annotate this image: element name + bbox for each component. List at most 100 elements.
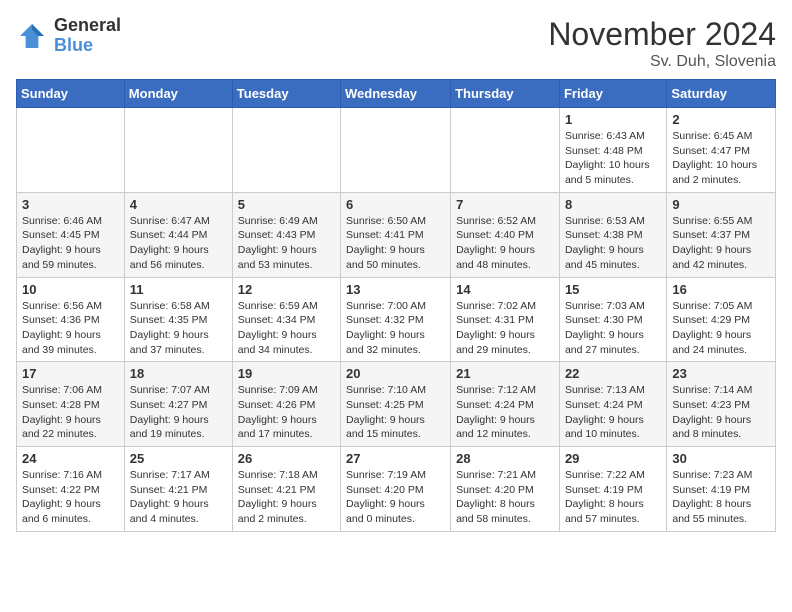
day-number: 25 [130,451,227,466]
calendar-cell: 25 Sunrise: 7:17 AM Sunset: 4:21 PM Dayli… [124,447,232,532]
weekday-header-monday: Monday [124,80,232,108]
day-number: 9 [672,197,770,212]
calendar-cell [17,108,125,193]
calendar-table: SundayMondayTuesdayWednesdayThursdayFrid… [16,79,776,532]
day-number: 20 [346,366,445,381]
page-header: General Blue November 2024 Sv. Duh, Slov… [16,16,776,71]
day-number: 29 [565,451,661,466]
day-number: 12 [238,282,335,297]
day-number: 17 [22,366,119,381]
day-number: 26 [238,451,335,466]
day-info: Sunrise: 7:17 AM Sunset: 4:21 PM Dayligh… [130,468,227,527]
logo-general: General [54,16,121,36]
weekday-header-row: SundayMondayTuesdayWednesdayThursdayFrid… [17,80,776,108]
calendar-cell: 30Sunrise: 7:23 AM Sunset: 4:19 PM Dayli… [667,447,776,532]
calendar-cell: 29 Sunrise: 7:22 AM Sunset: 4:19 PM Dayli… [559,447,666,532]
weekday-header-friday: Friday [559,80,666,108]
logo-text: General Blue [54,16,121,56]
calendar-cell: 15 Sunrise: 7:03 AM Sunset: 4:30 PM Dayli… [559,277,666,362]
day-info: Sunrise: 6:53 AM Sunset: 4:38 PM Dayligh… [565,214,661,273]
weekday-header-saturday: Saturday [667,80,776,108]
day-number: 8 [565,197,661,212]
calendar-cell: 23 Sunrise: 7:14 AM Sunset: 4:23 PM Dayli… [667,362,776,447]
calendar-cell: 22 Sunrise: 7:13 AM Sunset: 4:24 PM Dayli… [559,362,666,447]
day-info: Sunrise: 7:14 AM Sunset: 4:23 PM Dayligh… [672,383,770,442]
day-info: Sunrise: 6:46 AM Sunset: 4:45 PM Dayligh… [22,214,119,273]
day-info: Sunrise: 6:45 AM Sunset: 4:47 PM Dayligh… [672,129,770,188]
day-number: 14 [456,282,554,297]
calendar-week-2: 3 Sunrise: 6:46 AM Sunset: 4:45 PM Daylig… [17,192,776,277]
calendar-cell: 1 Sunrise: 6:43 AM Sunset: 4:48 PM Daylig… [559,108,666,193]
logo-blue: Blue [54,36,121,56]
day-info: Sunrise: 7:09 AM Sunset: 4:26 PM Dayligh… [238,383,335,442]
day-info: Sunrise: 7:03 AM Sunset: 4:30 PM Dayligh… [565,299,661,358]
day-number: 19 [238,366,335,381]
calendar-cell: 28 Sunrise: 7:21 AM Sunset: 4:20 PM Dayli… [451,447,560,532]
weekday-header-sunday: Sunday [17,80,125,108]
day-number: 4 [130,197,227,212]
calendar-week-5: 24Sunrise: 7:16 AM Sunset: 4:22 PM Dayli… [17,447,776,532]
day-info: Sunrise: 7:22 AM Sunset: 4:19 PM Dayligh… [565,468,661,527]
day-number: 15 [565,282,661,297]
calendar-cell: 21 Sunrise: 7:12 AM Sunset: 4:24 PM Dayli… [451,362,560,447]
day-info: Sunrise: 7:13 AM Sunset: 4:24 PM Dayligh… [565,383,661,442]
calendar-week-1: 1 Sunrise: 6:43 AM Sunset: 4:48 PM Daylig… [17,108,776,193]
month-title: November 2024 [548,16,776,53]
calendar-cell: 4Sunrise: 6:47 AM Sunset: 4:44 PM Daylig… [124,192,232,277]
day-info: Sunrise: 7:10 AM Sunset: 4:25 PM Dayligh… [346,383,445,442]
calendar-cell: 17 Sunrise: 7:06 AM Sunset: 4:28 PM Dayli… [17,362,125,447]
calendar-cell: 26 Sunrise: 7:18 AM Sunset: 4:21 PM Dayli… [232,447,340,532]
logo: General Blue [16,16,121,56]
calendar-cell: 8 Sunrise: 6:53 AM Sunset: 4:38 PM Daylig… [559,192,666,277]
day-number: 3 [22,197,119,212]
calendar-cell: 10 Sunrise: 6:56 AM Sunset: 4:36 PM Dayli… [17,277,125,362]
day-info: Sunrise: 6:56 AM Sunset: 4:36 PM Dayligh… [22,299,119,358]
day-info: Sunrise: 7:16 AM Sunset: 4:22 PM Dayligh… [22,468,119,527]
calendar-cell: 2Sunrise: 6:45 AM Sunset: 4:47 PM Daylig… [667,108,776,193]
calendar-week-4: 17 Sunrise: 7:06 AM Sunset: 4:28 PM Dayli… [17,362,776,447]
calendar-cell: 12Sunrise: 6:59 AM Sunset: 4:34 PM Dayli… [232,277,340,362]
calendar-cell: 9 Sunrise: 6:55 AM Sunset: 4:37 PM Daylig… [667,192,776,277]
day-number: 23 [672,366,770,381]
calendar-cell: 13 Sunrise: 7:00 AM Sunset: 4:32 PM Dayli… [341,277,451,362]
calendar-week-3: 10 Sunrise: 6:56 AM Sunset: 4:36 PM Dayli… [17,277,776,362]
day-info: Sunrise: 6:50 AM Sunset: 4:41 PM Dayligh… [346,214,445,273]
calendar-cell: 16Sunrise: 7:05 AM Sunset: 4:29 PM Dayli… [667,277,776,362]
day-number: 27 [346,451,445,466]
calendar-cell: 5Sunrise: 6:49 AM Sunset: 4:43 PM Daylig… [232,192,340,277]
day-info: Sunrise: 7:00 AM Sunset: 4:32 PM Dayligh… [346,299,445,358]
day-info: Sunrise: 7:12 AM Sunset: 4:24 PM Dayligh… [456,383,554,442]
calendar-cell: 3 Sunrise: 6:46 AM Sunset: 4:45 PM Daylig… [17,192,125,277]
day-info: Sunrise: 7:06 AM Sunset: 4:28 PM Dayligh… [22,383,119,442]
calendar-cell: 6 Sunrise: 6:50 AM Sunset: 4:41 PM Daylig… [341,192,451,277]
calendar-cell [451,108,560,193]
calendar-cell [124,108,232,193]
weekday-header-tuesday: Tuesday [232,80,340,108]
day-info: Sunrise: 7:07 AM Sunset: 4:27 PM Dayligh… [130,383,227,442]
day-number: 11 [130,282,227,297]
day-info: Sunrise: 6:55 AM Sunset: 4:37 PM Dayligh… [672,214,770,273]
day-number: 1 [565,112,661,127]
day-number: 6 [346,197,445,212]
day-info: Sunrise: 6:43 AM Sunset: 4:48 PM Dayligh… [565,129,661,188]
day-info: Sunrise: 6:52 AM Sunset: 4:40 PM Dayligh… [456,214,554,273]
day-number: 13 [346,282,445,297]
calendar-cell: 19 Sunrise: 7:09 AM Sunset: 4:26 PM Dayli… [232,362,340,447]
day-number: 22 [565,366,661,381]
day-number: 10 [22,282,119,297]
day-info: Sunrise: 7:02 AM Sunset: 4:31 PM Dayligh… [456,299,554,358]
day-info: Sunrise: 7:18 AM Sunset: 4:21 PM Dayligh… [238,468,335,527]
day-number: 7 [456,197,554,212]
day-info: Sunrise: 7:21 AM Sunset: 4:20 PM Dayligh… [456,468,554,527]
day-info: Sunrise: 7:05 AM Sunset: 4:29 PM Dayligh… [672,299,770,358]
calendar-cell: 11 Sunrise: 6:58 AM Sunset: 4:35 PM Dayli… [124,277,232,362]
logo-icon [16,20,48,52]
weekday-header-thursday: Thursday [451,80,560,108]
calendar-cell: 18Sunrise: 7:07 AM Sunset: 4:27 PM Dayli… [124,362,232,447]
calendar-cell: 20 Sunrise: 7:10 AM Sunset: 4:25 PM Dayli… [341,362,451,447]
day-info: Sunrise: 7:23 AM Sunset: 4:19 PM Dayligh… [672,468,770,527]
day-number: 28 [456,451,554,466]
calendar-cell [341,108,451,193]
day-info: Sunrise: 6:58 AM Sunset: 4:35 PM Dayligh… [130,299,227,358]
day-number: 21 [456,366,554,381]
